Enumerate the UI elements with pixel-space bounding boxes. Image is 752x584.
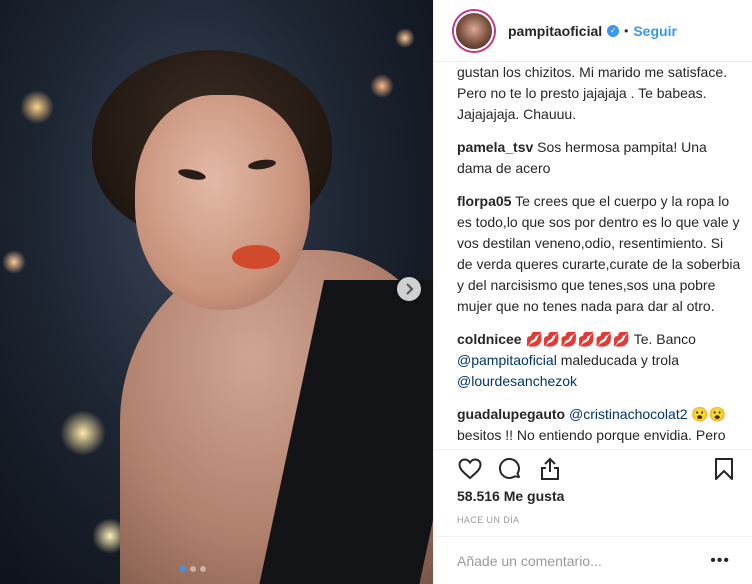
comment-username[interactable]: coldnicee [457, 331, 522, 347]
comment-icon [498, 457, 520, 479]
action-bar [434, 449, 752, 487]
avatar[interactable] [454, 10, 494, 51]
carousel-next-button[interactable] [397, 277, 421, 301]
comment-item: florpa05 Te crees que el cuerpo y la rop… [457, 191, 741, 317]
comment-text: Te crees que el cuerpo y la ropa lo es t… [457, 193, 741, 314]
chevron-right-icon [406, 283, 414, 295]
post-sidebar: pampitaoficial ✓ • Seguir gustan los chi… [433, 0, 752, 584]
add-comment-bar: Añade un comentario... ••• [434, 536, 752, 584]
username-link[interactable]: pampitaoficial [508, 23, 602, 39]
mention-link[interactable]: @pampitaoficial [457, 352, 557, 368]
post-photo[interactable] [0, 0, 433, 584]
follow-button[interactable]: Seguir [633, 23, 677, 39]
comment-item: coldnicee 💋💋💋💋💋💋 Te. Banco @pampitaofici… [457, 329, 741, 392]
carousel-dot [180, 566, 186, 572]
comment-text: gustan los chizitos. Mi marido me satisf… [457, 64, 727, 122]
comment-button[interactable] [497, 456, 523, 482]
comment-item: gustan los chizitos. Mi marido me satisf… [457, 62, 741, 125]
comment-username[interactable]: guadalupegauto [457, 406, 565, 422]
comment-item: pamela_tsv Sos hermosa pampita! Una dama… [457, 137, 741, 179]
post-timestamp[interactable]: HACE UN DÍA [457, 515, 519, 525]
like-button[interactable] [457, 456, 483, 482]
comment-item: guadalupegauto @cristinachocolat2 😮😮 bes… [457, 404, 741, 449]
share-icon [541, 457, 559, 480]
comment-text: maleducada y trola [556, 352, 679, 368]
comments-list: gustan los chizitos. Mi marido me satisf… [434, 62, 752, 449]
carousel-dot [190, 566, 196, 572]
comment-username[interactable]: pamela_tsv [457, 139, 533, 155]
share-button[interactable] [537, 456, 563, 482]
mention-link[interactable]: @lourdesanchezok [457, 373, 577, 389]
save-button[interactable] [711, 456, 737, 482]
mention-link[interactable]: @cristinachocolat2 [569, 406, 688, 422]
verified-badge-icon: ✓ [607, 24, 620, 37]
comment-input[interactable]: Añade un comentario... [457, 553, 602, 569]
carousel-indicator [180, 566, 206, 572]
likes-count[interactable]: 58.516 Me gusta [457, 488, 564, 504]
comment-text: 💋💋💋💋💋💋 Te. Banco [525, 331, 696, 347]
heart-icon [458, 457, 482, 479]
bookmark-icon [715, 457, 733, 480]
more-options-button[interactable]: ••• [710, 552, 730, 570]
post-header: pampitaoficial ✓ • Seguir [434, 0, 752, 62]
carousel-dot [200, 566, 206, 572]
comment-username[interactable]: florpa05 [457, 193, 511, 209]
separator: • [624, 23, 629, 38]
